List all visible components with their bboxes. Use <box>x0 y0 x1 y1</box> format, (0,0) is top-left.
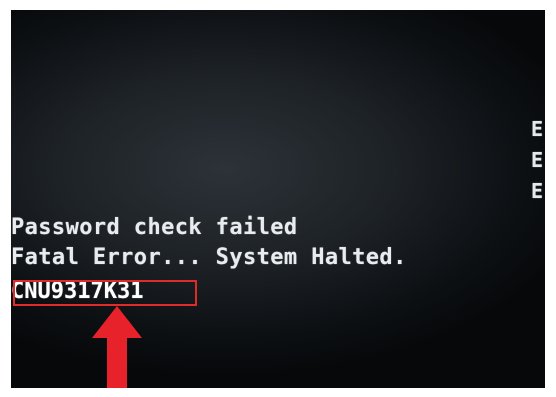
edge-char-2: E <box>531 148 544 172</box>
serial-highlight-box <box>13 280 197 306</box>
up-arrow-icon <box>92 306 142 388</box>
edge-char-1: E <box>531 117 544 141</box>
photo-frame: E E E Password check failed Fatal Error.… <box>0 0 556 397</box>
bios-screen: E E E Password check failed Fatal Error.… <box>11 10 545 388</box>
fatal-error-message: Fatal Error... System Halted. <box>11 245 407 270</box>
password-failed-message: Password check failed <box>11 215 298 240</box>
edge-char-3: E <box>531 179 544 203</box>
